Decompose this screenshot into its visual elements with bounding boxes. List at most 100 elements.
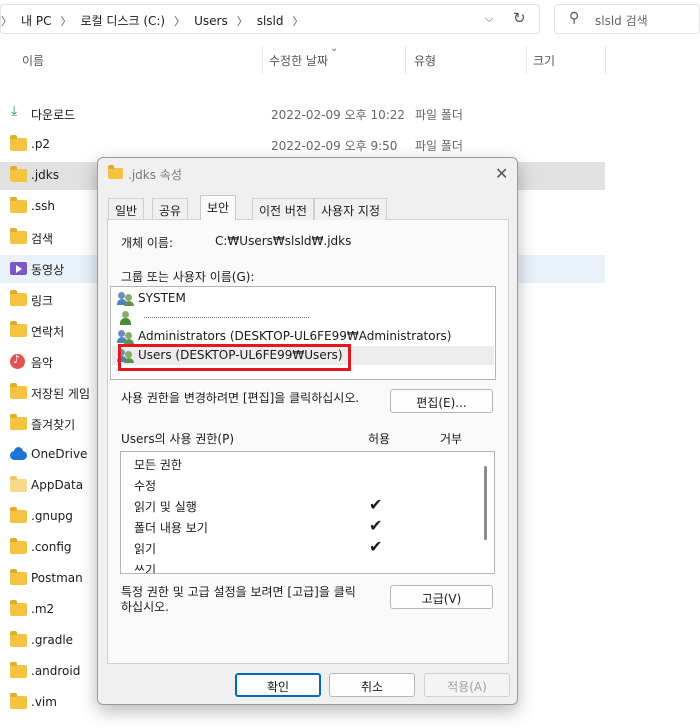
principal-user-redacted[interactable] <box>112 308 494 327</box>
redacted-name <box>144 317 309 319</box>
folder-icon <box>10 600 27 616</box>
folder-icon <box>10 135 27 151</box>
breadcrumb-item[interactable]: Users <box>194 14 228 28</box>
file-name: 저장된 게임 <box>31 387 91 401</box>
tab-general[interactable]: 일반 <box>108 198 145 220</box>
permission-name: 수정 <box>134 479 157 493</box>
sort-caret-icon: ⌄ <box>330 43 339 54</box>
permission-name: 읽기 <box>134 542 157 556</box>
principals-listbox[interactable]: SYSTEM Administrators (DESKTOP-UL6FE99₩A… <box>110 286 496 380</box>
column-divider[interactable] <box>262 46 263 74</box>
allow-check-icon: ✔ <box>369 516 383 535</box>
tab-security[interactable]: 보안 <box>200 195 237 220</box>
folder-icon <box>10 693 27 709</box>
folder-icon <box>10 414 27 430</box>
file-name: OneDrive <box>31 447 88 461</box>
column-header-name[interactable]: 이름 <box>22 52 44 69</box>
music-icon <box>10 353 25 369</box>
permission-name: 쓰기 <box>134 563 157 574</box>
column-header-modified[interactable]: 수정한 날짜 <box>269 52 328 69</box>
file-row[interactable]: ⤓ 다운로드 2022-02-09 오후 10:22 파일 폴더 <box>0 100 605 128</box>
column-divider[interactable] <box>605 46 606 74</box>
folder-icon <box>10 569 27 585</box>
tab-customize[interactable]: 사용자 지정 <box>314 198 388 220</box>
address-bar[interactable]: 〉 내 PC 〉 로컬 디스크 (C:) 〉 Users 〉 slsld 〉 ⌵… <box>0 4 540 34</box>
column-divider[interactable] <box>405 46 406 74</box>
principal-name: SYSTEM <box>138 291 186 305</box>
file-name: 동영상 <box>31 263 65 277</box>
user-group-icon <box>117 349 135 363</box>
object-name-label: 개체 이름: <box>121 236 174 250</box>
permissions-list[interactable]: 모든 권한 수정 읽기 및 실행 ✔ 폴더 내용 보기 ✔ 읽기 ✔ 쓰기 <box>120 451 495 574</box>
folder-icon <box>10 476 27 492</box>
permission-row: 수정 <box>121 474 481 495</box>
permission-row: 읽기 및 실행 ✔ <box>121 495 481 516</box>
folder-icon <box>108 165 123 179</box>
principal-administrators[interactable]: Administrators (DESKTOP-UL6FE99₩Administ… <box>112 327 494 346</box>
file-name: .gnupg <box>31 509 73 523</box>
tab-previous-versions[interactable]: 이전 버전 <box>252 198 314 220</box>
cancel-button[interactable]: 취소 <box>329 673 415 697</box>
file-name: .android <box>31 664 81 678</box>
folder-icon <box>10 538 27 554</box>
column-divider[interactable] <box>526 46 527 74</box>
file-modified-date: 2022-02-09 오후 9:50 <box>271 139 398 153</box>
user-group-icon <box>117 330 135 344</box>
permission-row: 모든 권한 <box>121 453 481 474</box>
user-icon <box>120 311 132 325</box>
group-users-label: 그룹 또는 사용자 이름(G): <box>121 270 255 284</box>
permissions-label: Users의 사용 권한(P) <box>121 432 235 446</box>
search-input[interactable]: ⚲ slsld 검색 <box>554 4 700 34</box>
allow-column-label: 허용 <box>368 432 391 446</box>
chevron-right-icon[interactable]: 〉 <box>174 13 185 29</box>
advanced-button[interactable]: 고급(V) <box>390 585 493 609</box>
file-name: .gradle <box>31 633 74 647</box>
scrollbar-thumb[interactable] <box>484 466 487 540</box>
file-name: 음악 <box>31 356 54 370</box>
chevron-right-icon[interactable]: 〉 <box>60 13 71 29</box>
chevron-right-icon[interactable]: 〉 <box>293 13 304 29</box>
apply-button[interactable]: 적용(A) <box>424 673 510 697</box>
column-header-type[interactable]: 유형 <box>414 52 436 69</box>
folder-icon <box>10 197 27 213</box>
cloud-icon <box>10 447 27 460</box>
file-type: 파일 폴더 <box>415 108 463 122</box>
file-name: .m2 <box>31 602 55 616</box>
file-name: 검색 <box>31 232 54 246</box>
chevron-down-icon[interactable]: ⌵ <box>485 12 493 26</box>
permission-name: 모든 권한 <box>134 458 182 472</box>
file-name: 다운로드 <box>31 108 76 122</box>
breadcrumb-item[interactable]: slsld <box>257 14 284 28</box>
breadcrumb-item[interactable]: 로컬 디스크 (C:) <box>80 12 165 29</box>
allow-check-icon: ✔ <box>369 537 383 556</box>
edit-button[interactable]: 편집(E)... <box>390 389 493 413</box>
refresh-icon[interactable]: ↻ <box>513 9 526 27</box>
ok-button[interactable]: 확인 <box>235 673 321 697</box>
folder-icon <box>10 631 27 647</box>
file-name: .p2 <box>31 137 51 151</box>
object-name-value: C:₩Users₩slsld₩.jdks <box>215 234 352 248</box>
file-name: Postman <box>31 571 83 585</box>
permission-name: 읽기 및 실행 <box>134 500 197 514</box>
column-header-size[interactable]: 크기 <box>533 52 555 69</box>
breadcrumb-item[interactable]: 내 PC <box>21 12 51 29</box>
close-icon[interactable]: ✕ <box>495 164 508 183</box>
file-name: .config <box>31 540 72 554</box>
tab-sharing[interactable]: 공유 <box>152 198 189 220</box>
principal-system[interactable]: SYSTEM <box>112 289 494 308</box>
file-type: 파일 폴더 <box>415 139 463 153</box>
principal-users[interactable]: Users (DESKTOP-UL6FE99₩Users) <box>112 346 494 365</box>
chevron-right-icon[interactable]: 〉 <box>237 13 248 29</box>
folder-icon <box>10 507 27 523</box>
file-modified-date: 2022-02-09 오후 10:22 <box>271 108 406 122</box>
folder-icon <box>10 290 27 306</box>
file-name: .jdks <box>31 168 59 182</box>
deny-column-label: 거부 <box>440 432 463 446</box>
user-group-icon <box>117 292 135 306</box>
file-name: AppData <box>31 478 84 492</box>
folder-icon <box>10 228 27 244</box>
video-icon <box>10 262 27 275</box>
file-row[interactable]: .p2 2022-02-09 오후 9:50 파일 폴더 <box>0 131 605 159</box>
breadcrumb: 〉 내 PC 〉 로컬 디스크 (C:) 〉 Users 〉 slsld 〉 <box>1 12 304 29</box>
file-name: 연락처 <box>31 325 65 339</box>
